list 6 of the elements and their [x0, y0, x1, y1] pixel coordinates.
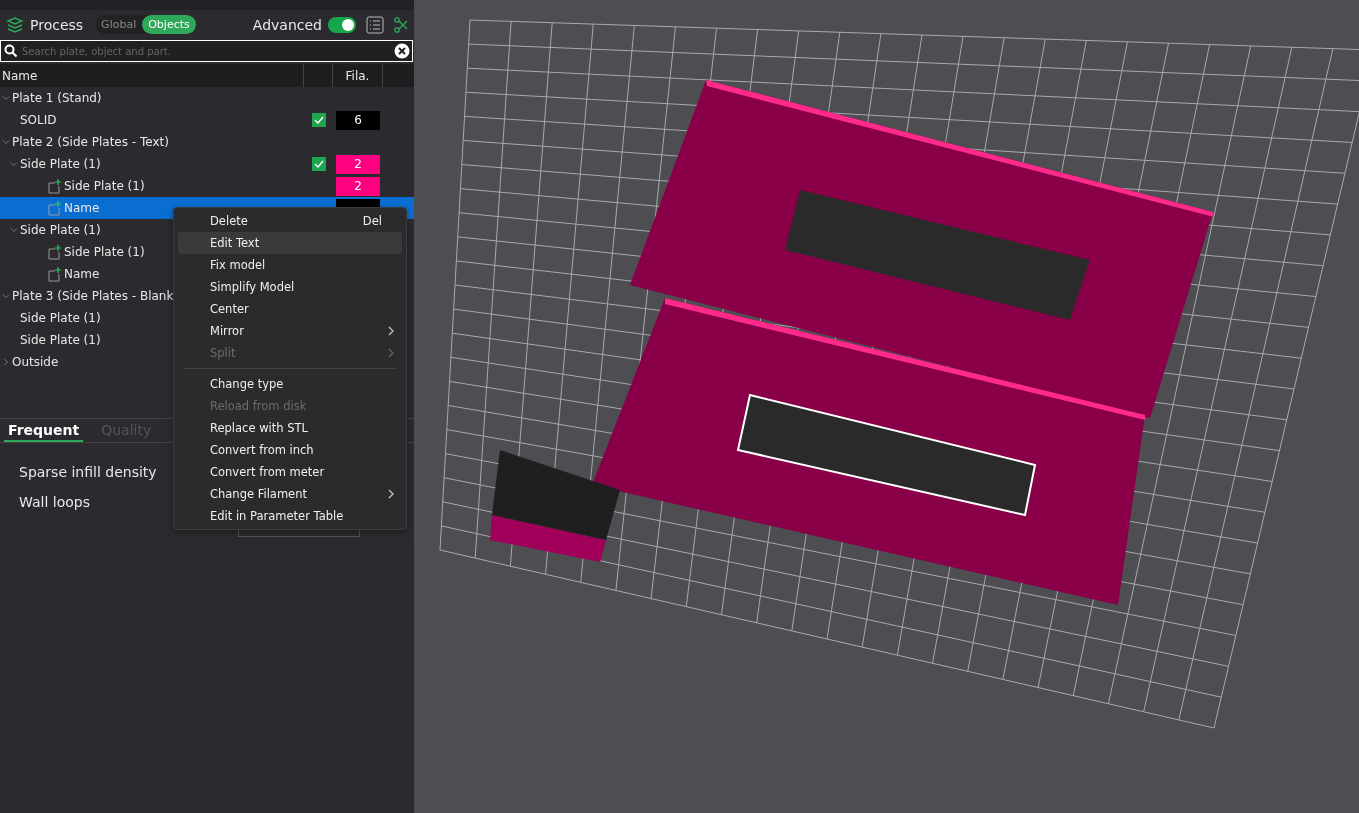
column-header: Name [0, 64, 304, 87]
setting-label: Wall loops [19, 494, 90, 510]
column-header: Fila. [333, 64, 383, 87]
advanced-label: Advanced [252, 16, 322, 33]
setting-label: Sparse infill density [19, 464, 157, 480]
panel-title: Process [30, 16, 84, 33]
